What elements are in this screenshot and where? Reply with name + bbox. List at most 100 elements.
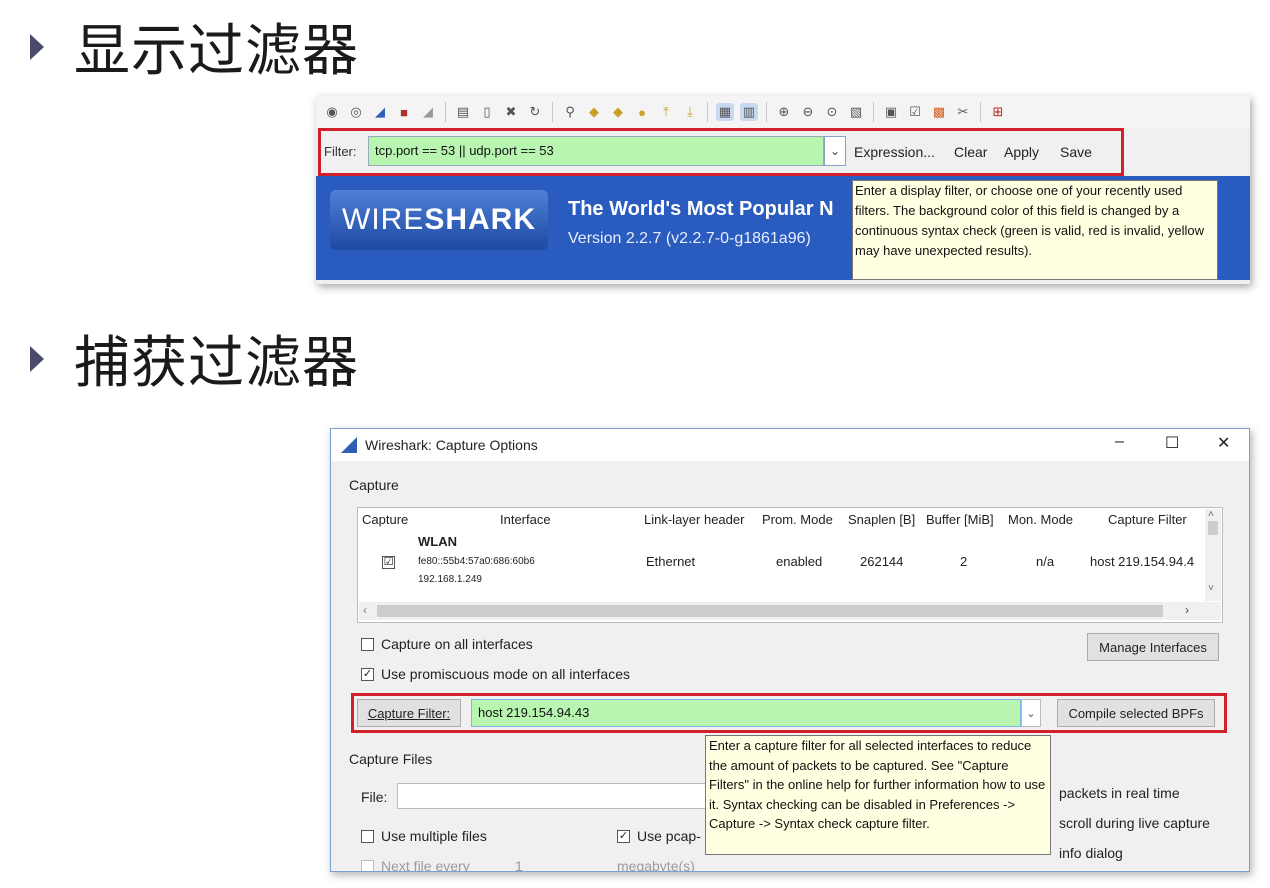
mon-mode-value: n/a [1036,554,1055,569]
capture-filter-tooltip: Enter a capture filter for all selected … [705,735,1051,855]
wireshark-logo: WIRE SHARK [330,190,548,250]
interface-ipv6: fe80::55b4:57a0:686:60b6 [418,556,535,567]
interface-ipv4: 192.168.1.249 [418,574,482,585]
preferences-icon[interactable]: ✂ [954,103,972,121]
wireshark-fin-icon [341,437,357,453]
column-header[interactable]: Prom. Mode [762,512,833,527]
capture-files-section-label: Capture Files [349,751,433,767]
capture-options-window: Wireshark: Capture Options – ☐ ✕ Capture… [330,428,1250,872]
horizontal-scrollbar[interactable]: ‹ › [359,602,1221,620]
multiple-files-checkbox[interactable] [361,830,374,843]
column-header[interactable]: Snaplen [B] [848,512,915,527]
scroll-up-icon[interactable]: ˄ [1208,509,1214,520]
interface-checkbox[interactable]: ☑ [382,556,395,569]
capture-all-label[interactable]: Capture on all interfaces [381,636,533,652]
section-heading-capture-filter: 捕获过滤器 [30,318,359,399]
go-forward-icon[interactable]: ◆ [609,103,627,121]
column-header[interactable]: Link-layer header [644,512,744,527]
coloring-rules-icon[interactable]: ▩ [930,103,948,121]
logo-text-shark: SHARK [424,203,536,236]
toolbar-divider [552,102,553,122]
heading-text: 捕获过滤器 [74,331,359,396]
help-icon[interactable]: ⊞ [989,103,1007,121]
close-button[interactable]: ✕ [1217,433,1230,453]
find-icon[interactable]: ⚲ [561,103,579,121]
go-to-packet-icon[interactable]: ● [633,103,651,121]
zoom-out-icon[interactable]: ⊖ [799,103,817,121]
window-titlebar: Wireshark: Capture Options – ☐ ✕ [331,429,1249,461]
display-filter-tooltip: Enter a display filter, or choose one of… [852,180,1218,280]
colorize-icon[interactable]: ▦ [716,103,734,121]
pcapng-checkbox[interactable]: ✓ [617,830,630,843]
info-dialog-label[interactable]: info dialog [1059,845,1123,861]
toolbar-divider [445,102,446,122]
vertical-scrollbar[interactable]: ˄ ˅ [1205,509,1221,601]
display-filter-screenshot: ◉ ◎ ◢ ■ ◢ ▤ ▯ ✖ ↻ ⚲ ◆ ◆ ● ⤒ ⤓ ▦ ▥ ⊕ ⊖ ⊙ … [316,96,1250,284]
scroll-thumb[interactable] [1208,521,1218,535]
pcapng-label[interactable]: Use pcap- [637,828,701,844]
capture-section-label: Capture [349,477,399,493]
column-header[interactable]: Interface [500,512,551,527]
heading-text: 显示过滤器 [74,19,359,84]
megabytes-select[interactable]: megabyte(s) [617,858,695,871]
window-title: Wireshark: Capture Options [365,437,538,453]
column-header[interactable]: Buffer [MiB] [926,512,994,527]
stop-icon[interactable]: ■ [395,103,413,121]
banner-title: The World's Most Popular N [568,198,834,220]
file-label: File: [361,789,388,805]
file-icon[interactable]: ▯ [478,103,496,121]
capture-filter-highlight-box [351,693,1227,733]
bullet-triangle-icon [30,33,44,60]
scroll-right-icon[interactable]: › [1185,603,1189,617]
toolbar-divider [766,102,767,122]
section-heading-display-filter: 显示过滤器 [30,6,359,87]
display-filters-icon[interactable]: ☑ [906,103,924,121]
manage-interfaces-button[interactable]: Manage Interfaces [1087,633,1219,661]
multiple-files-label[interactable]: Use multiple files [381,828,487,844]
scroll-left-icon[interactable]: ‹ [363,603,367,617]
logo-text-wire: WIRE [342,203,425,236]
promiscuous-label[interactable]: Use promiscuous mode on all interfaces [381,666,630,682]
restart-icon[interactable]: ◢ [419,103,437,121]
main-toolbar: ◉ ◎ ◢ ■ ◢ ▤ ▯ ✖ ↻ ⚲ ◆ ◆ ● ⤒ ⤓ ▦ ▥ ⊕ ⊖ ⊙ … [316,96,1250,128]
maximize-button[interactable]: ☐ [1165,433,1179,453]
reload-icon[interactable]: ↻ [526,103,544,121]
link-layer-value: Ethernet [646,554,696,569]
column-header[interactable]: Capture Filter [1108,512,1187,527]
start-capture-icon[interactable]: ◉ [323,103,341,121]
go-last-icon[interactable]: ⤓ [681,103,699,121]
next-file-checkbox[interactable] [361,860,374,871]
buffer-value: 2 [960,554,968,569]
autoscroll-label[interactable]: scroll during live capture [1059,815,1210,831]
shark-fin-icon[interactable]: ◢ [371,103,389,121]
go-first-icon[interactable]: ⤒ [657,103,675,121]
promiscuous-checkbox[interactable]: ✓ [361,668,374,681]
realtime-update-label[interactable]: packets in real time [1059,785,1180,801]
toolbar-divider [873,102,874,122]
capture-filters-icon[interactable]: ▣ [882,103,900,121]
column-header[interactable]: Mon. Mode [1008,512,1073,527]
scroll-down-icon[interactable]: ˅ [1208,583,1214,594]
close-file-icon[interactable]: ✖ [502,103,520,121]
options-icon[interactable]: ◎ [347,103,365,121]
snaplen-value: 262144 [860,554,904,569]
zoom-in-icon[interactable]: ⊕ [775,103,793,121]
minimize-button[interactable]: – [1115,433,1124,451]
capture-all-checkbox[interactable] [361,638,374,651]
normal-size-icon[interactable]: ⊙ [823,103,841,121]
go-back-icon[interactable]: ◆ [585,103,603,121]
toolbar-divider [980,102,981,122]
bullet-triangle-icon [30,345,44,372]
column-header[interactable]: Capture [362,512,408,527]
banner-version: Version 2.2.7 (v2.2.7-0-g1861a96) [568,230,811,247]
capture-filter-value: host 219.154.94.4 [1090,554,1195,569]
next-file-value[interactable]: 1 [515,858,523,871]
open-file-icon[interactable]: ▤ [454,103,472,121]
autoscroll-icon[interactable]: ▥ [740,103,758,121]
filter-highlight-box [318,128,1124,176]
file-input[interactable] [397,783,717,809]
resize-columns-icon[interactable]: ▧ [847,103,865,121]
scroll-thumb[interactable] [377,605,1163,617]
interfaces-table: Capture Interface Link-layer header Prom… [357,507,1223,623]
interface-name: WLAN [418,534,457,549]
